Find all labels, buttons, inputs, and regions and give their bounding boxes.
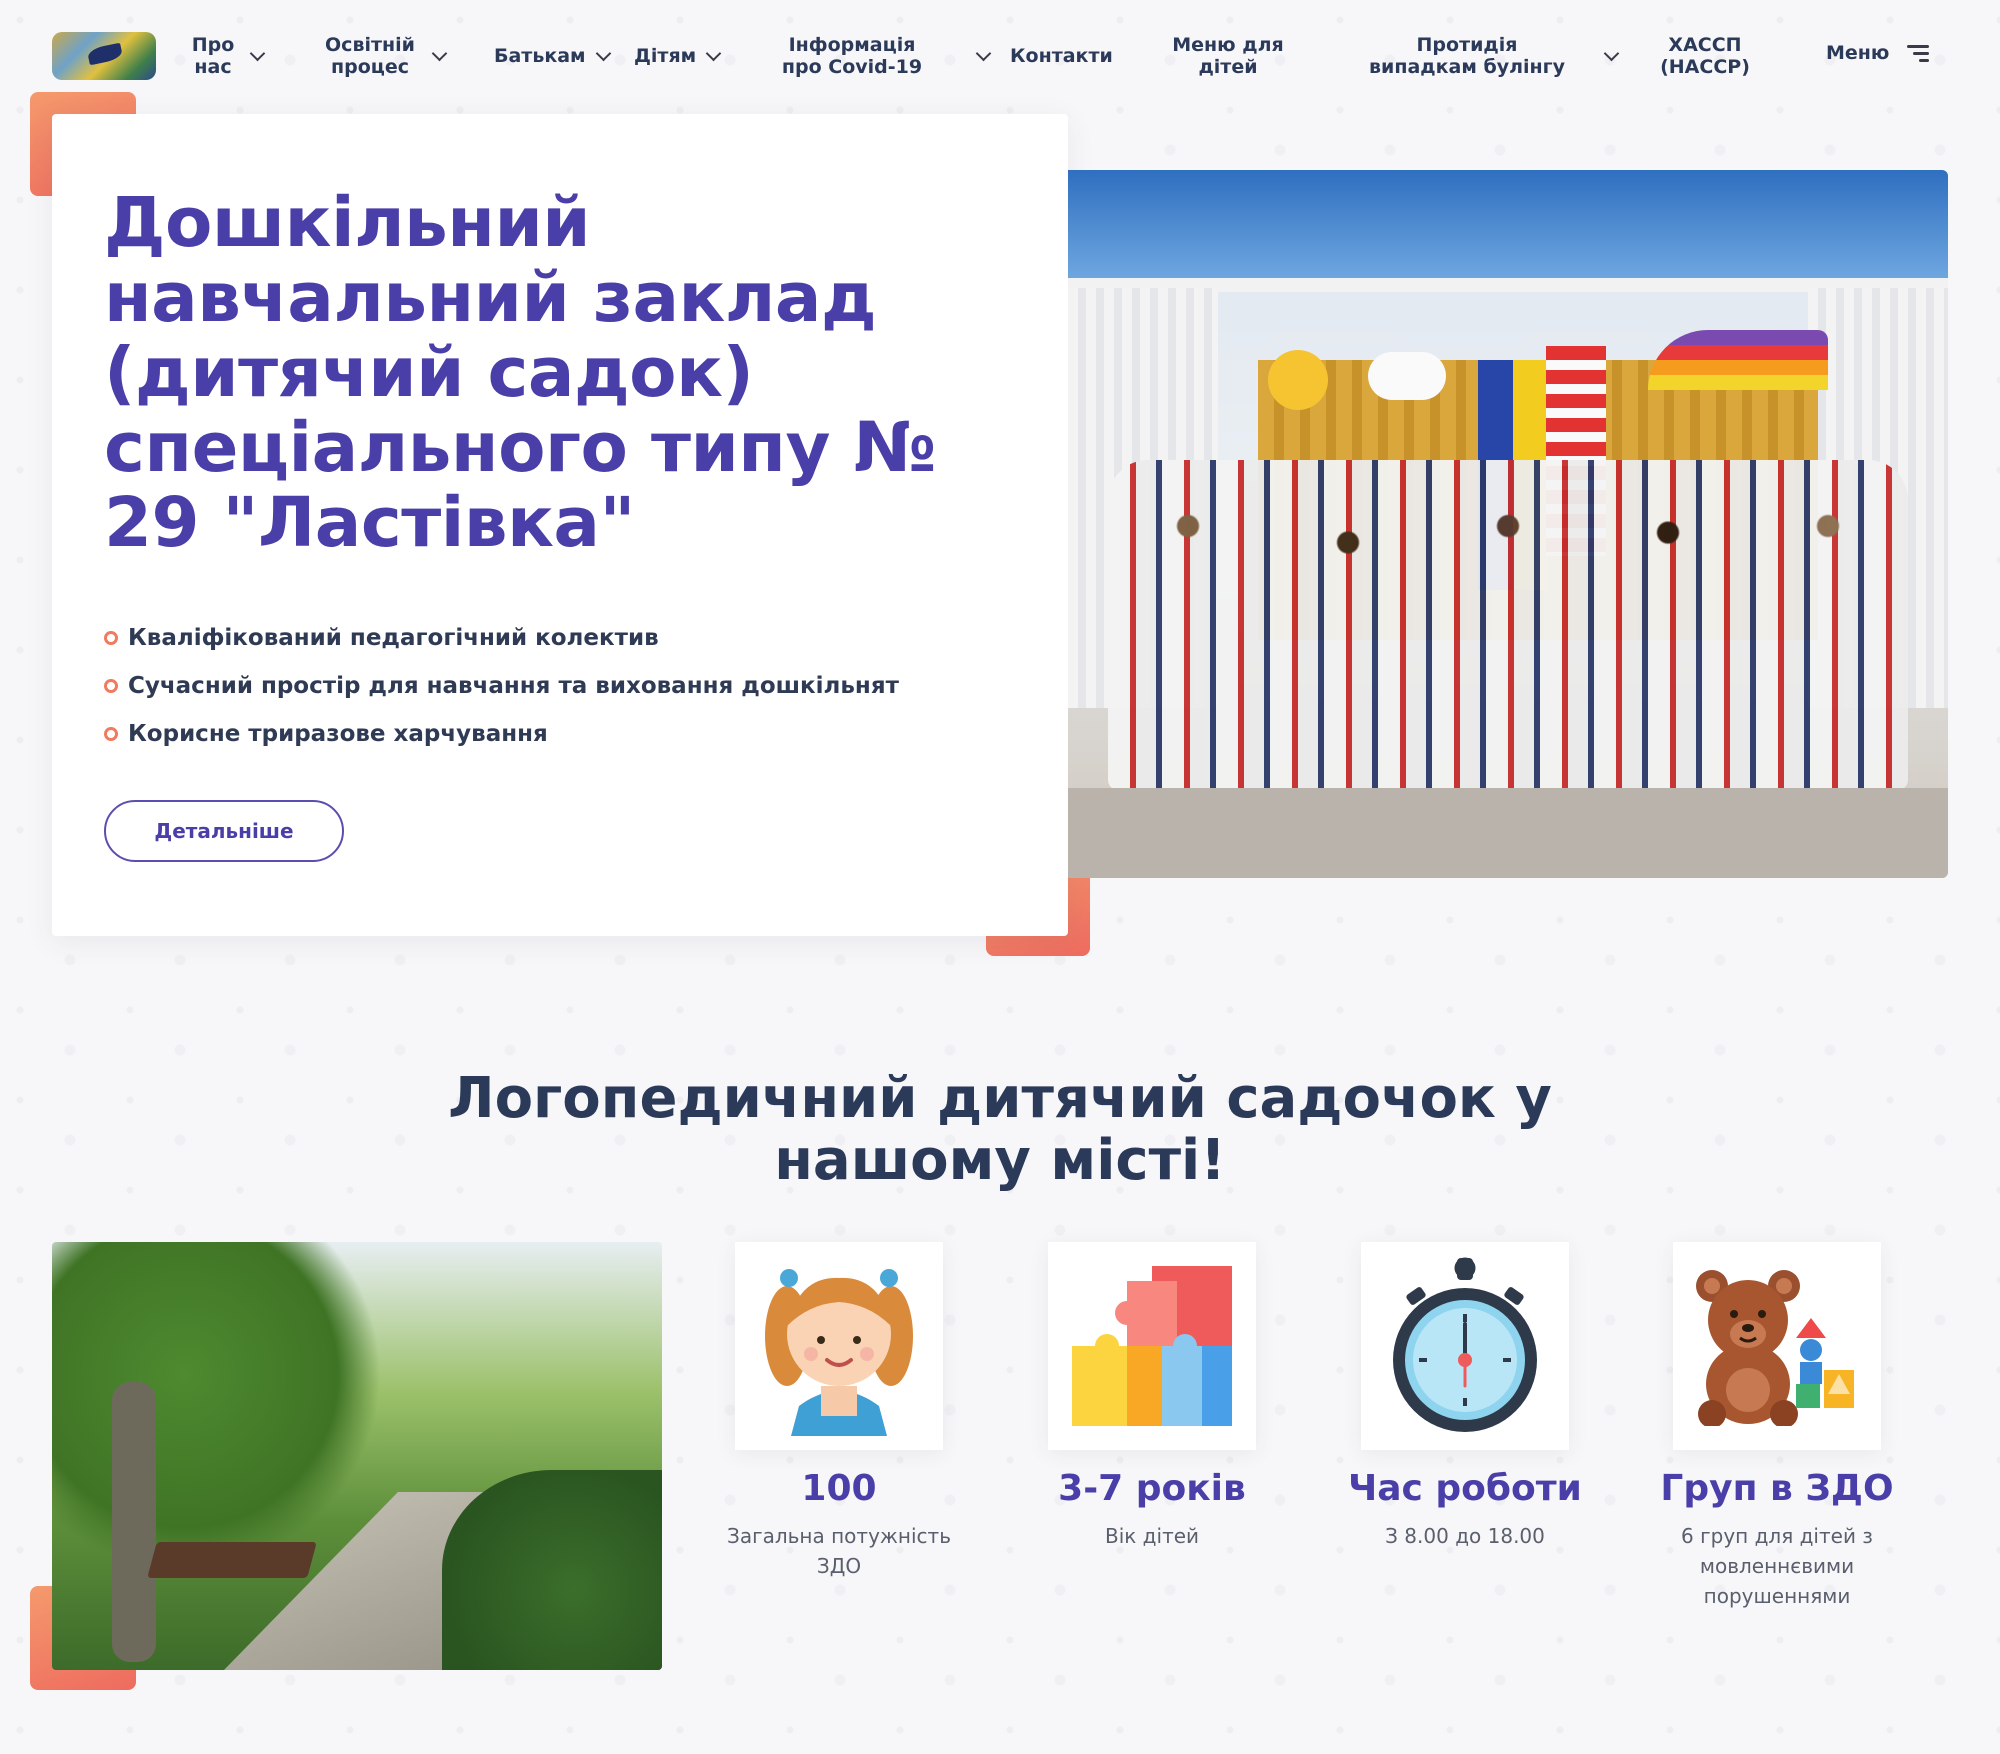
nav-item-label: Про нас bbox=[191, 34, 235, 78]
stopwatch-icon bbox=[1393, 1257, 1537, 1432]
nav-item-label: Інформація про Covid-19 bbox=[781, 34, 923, 78]
bullet-icon bbox=[104, 631, 118, 645]
nav-item-label: Дітям bbox=[634, 45, 697, 67]
stat-age: 3-7 років Вік дітей bbox=[1027, 1242, 1277, 1551]
stat-working-hours: Час роботи З 8.00 до 18.00 bbox=[1340, 1242, 1590, 1551]
nav-item-contacts[interactable]: Контакти bbox=[1010, 34, 1113, 78]
top-navigation: Про нас Освітній процес Батькам Дітям Ін… bbox=[0, 0, 2000, 112]
feature-list: Кваліфікований педагогічний колектив Суч… bbox=[104, 614, 899, 758]
chevron-down-icon bbox=[249, 45, 266, 61]
nav-item-parents[interactable]: Батькам bbox=[494, 34, 611, 78]
nav-item-label: ХАССП (HACCP) bbox=[1660, 34, 1750, 78]
nav-item-label: Протидія випадкам булінгу bbox=[1368, 34, 1565, 78]
nav-item-label: Батькам bbox=[494, 45, 586, 67]
bullet-icon bbox=[104, 727, 118, 741]
nav-item-about[interactable]: Про нас bbox=[186, 34, 266, 78]
stat-value: Груп в ЗДО bbox=[1660, 1468, 1894, 1509]
stat-tile bbox=[1048, 1242, 1256, 1450]
hero-title: Дошкільний навчальний заклад (дитячий са… bbox=[104, 183, 936, 563]
feature-item: Корисне триразове харчування bbox=[104, 710, 899, 758]
stat-description: Вік дітей bbox=[1104, 1524, 1200, 1548]
stat-description: Загальна потужність ЗДО bbox=[727, 1524, 951, 1578]
menu-button[interactable]: Меню bbox=[1826, 42, 1930, 64]
stat-value: 3-7 років bbox=[1058, 1468, 1246, 1509]
feature-text: Кваліфікований педагогічний колектив bbox=[128, 625, 659, 651]
nav-item-anti-bullying[interactable]: Протидія випадкам булінгу bbox=[1362, 34, 1620, 78]
hero-photo-children-group bbox=[1068, 170, 1948, 878]
bullet-icon bbox=[104, 679, 118, 693]
menu-button-label: Меню bbox=[1826, 42, 1890, 64]
stat-description: З 8.00 до 18.00 bbox=[1385, 1524, 1545, 1548]
stat-value: 100 bbox=[801, 1468, 877, 1509]
stat-description: 6 груп для дітей з мовленнєвими порушенн… bbox=[1681, 1524, 1873, 1608]
stat-groups: Груп в ЗДО 6 груп для дітей з мовленнєви… bbox=[1652, 1242, 1902, 1611]
nav-item-children[interactable]: Дітям bbox=[634, 34, 722, 78]
stat-tile bbox=[1361, 1242, 1569, 1450]
teddy-bear-icon bbox=[1696, 1270, 1854, 1426]
chevron-down-icon bbox=[1603, 45, 1620, 61]
feature-text: Сучасний простір для навчання та вихован… bbox=[128, 673, 899, 699]
nav-item-label: Меню для дітей bbox=[1172, 34, 1284, 78]
nav-item-education[interactable]: Освітній процес bbox=[318, 34, 448, 78]
section-title: Логопедичний дитячий садочок у нашому мі… bbox=[448, 1066, 1552, 1193]
chevron-down-icon bbox=[975, 45, 992, 61]
chevron-down-icon bbox=[431, 45, 448, 61]
feature-text: Корисне триразове харчування bbox=[128, 721, 548, 747]
nav-item-kids-menu[interactable]: Меню для дітей bbox=[1168, 34, 1288, 78]
nav-item-label: Контакти bbox=[1010, 45, 1113, 67]
nav-item-label: Освітній процес bbox=[325, 34, 415, 78]
site-logo[interactable] bbox=[52, 32, 156, 80]
nav-item-haccp[interactable]: ХАССП (HACCP) bbox=[1660, 34, 1750, 78]
stat-capacity: 100 Загальна потужність ЗДО bbox=[714, 1242, 964, 1581]
chevron-down-icon bbox=[595, 45, 611, 61]
feature-item: Сучасний простір для навчання та вихован… bbox=[104, 662, 899, 710]
nav-item-covid[interactable]: Інформація про Covid-19 bbox=[766, 34, 992, 78]
stat-value: Час роботи bbox=[1348, 1468, 1582, 1509]
puzzle-icon bbox=[1072, 1266, 1232, 1426]
stat-tile bbox=[1673, 1242, 1881, 1450]
park-photo bbox=[52, 1242, 662, 1670]
chevron-down-icon bbox=[705, 45, 722, 61]
girl-icon bbox=[765, 1269, 913, 1436]
stat-tile bbox=[735, 1242, 943, 1450]
hamburger-icon bbox=[1907, 45, 1930, 62]
swallow-logo-mark bbox=[86, 42, 124, 66]
details-button[interactable]: Детальніше bbox=[104, 800, 344, 862]
feature-item: Кваліфікований педагогічний колектив bbox=[104, 614, 899, 662]
